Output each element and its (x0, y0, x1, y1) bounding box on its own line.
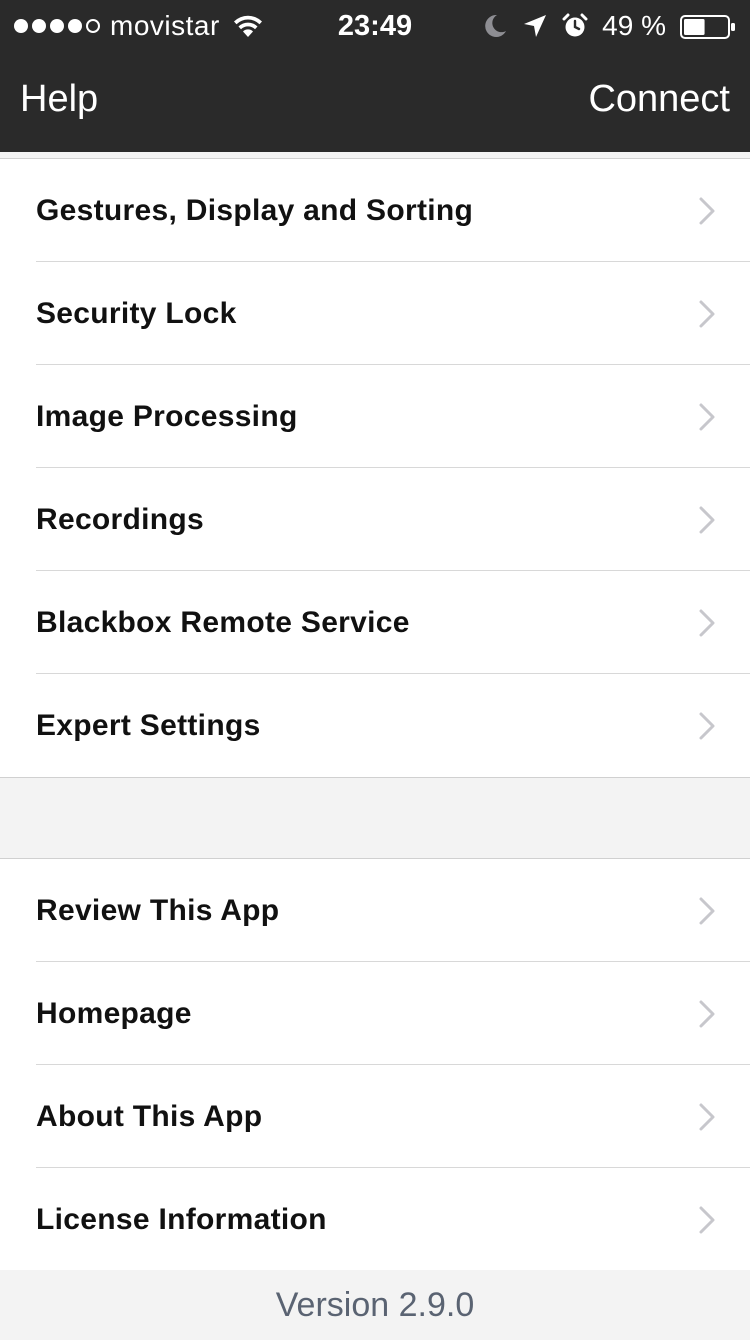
chevron-right-icon (698, 999, 716, 1029)
battery-icon (680, 14, 736, 39)
row-label: Recordings (36, 502, 205, 536)
row-license-information[interactable]: License Information (0, 1168, 750, 1271)
connect-button[interactable]: Connect (588, 78, 730, 121)
row-expert-settings[interactable]: Expert Settings (0, 674, 750, 777)
row-blackbox-remote-service[interactable]: Blackbox Remote Service (0, 571, 750, 674)
moon-icon (482, 13, 508, 39)
help-button[interactable]: Help (20, 78, 98, 121)
settings-list: Gestures, Display and Sorting Security L… (0, 158, 750, 778)
status-bar: movistar 23:49 49 % (0, 0, 750, 52)
location-icon (522, 13, 548, 39)
battery-percent: 49 % (602, 10, 666, 41)
chevron-right-icon (698, 711, 716, 741)
chevron-right-icon (698, 1102, 716, 1132)
row-gestures-display-sorting[interactable]: Gestures, Display and Sorting (0, 159, 750, 262)
chevron-right-icon (698, 402, 716, 432)
row-label: Security Lock (36, 296, 237, 330)
chevron-right-icon (698, 196, 716, 226)
row-label: About This App (36, 1099, 263, 1133)
row-label: Gestures, Display and Sorting (36, 193, 474, 227)
chevron-right-icon (698, 299, 716, 329)
chevron-right-icon (698, 608, 716, 638)
version-footer: Version 2.9.0 (0, 1270, 750, 1334)
row-review-this-app[interactable]: Review This App (0, 859, 750, 962)
header: movistar 23:49 49 % Help Connect (0, 0, 750, 152)
row-label: Blackbox Remote Service (36, 605, 410, 639)
row-homepage[interactable]: Homepage (0, 962, 750, 1065)
chevron-right-icon (698, 505, 716, 535)
info-list: Review This App Homepage About This App … (0, 858, 750, 1272)
row-label: Expert Settings (36, 708, 261, 742)
row-image-processing[interactable]: Image Processing (0, 365, 750, 468)
row-security-lock[interactable]: Security Lock (0, 262, 750, 365)
nav-bar: Help Connect (0, 52, 750, 152)
status-right: 49 % (482, 8, 736, 44)
row-label: Image Processing (36, 399, 298, 433)
row-label: Homepage (36, 996, 192, 1030)
battery-fill (684, 19, 705, 35)
row-recordings[interactable]: Recordings (0, 468, 750, 571)
chevron-right-icon (698, 896, 716, 926)
row-label: Review This App (36, 893, 280, 927)
row-label: License Information (36, 1202, 327, 1236)
chevron-right-icon (698, 1205, 716, 1235)
row-about-this-app[interactable]: About This App (0, 1065, 750, 1168)
alarm-icon (562, 13, 588, 39)
